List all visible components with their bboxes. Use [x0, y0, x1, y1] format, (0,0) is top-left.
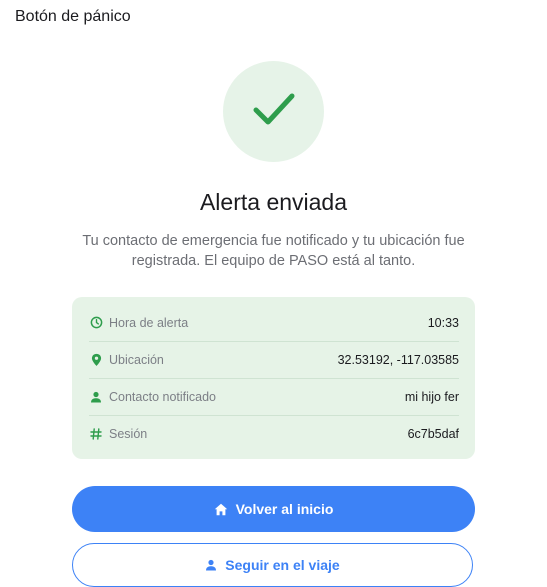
clock-icon — [89, 316, 103, 330]
detail-value: 32.53192, -117.03585 — [337, 352, 459, 367]
detail-label: Ubicación — [109, 352, 164, 367]
detail-label: Hora de alerta — [109, 315, 189, 330]
continue-trip-button[interactable]: Seguir en el viaje — [72, 543, 473, 587]
detail-value: mi hijo fer — [404, 389, 459, 404]
alert-details-card: Hora de alerta 10:33 Ubicación 32.53192,… — [72, 297, 475, 459]
detail-label: Contacto notificado — [109, 389, 217, 404]
success-badge — [223, 61, 324, 162]
detail-label: Sesión — [109, 426, 148, 441]
detail-value: 10:33 — [427, 315, 459, 330]
detail-row-session: Sesión 6c7b5daf — [89, 415, 459, 452]
person-icon — [205, 559, 217, 571]
status-message: Tu contacto de emergencia fue notificado… — [82, 233, 465, 269]
hash-icon — [89, 427, 103, 441]
detail-value: 6c7b5daf — [407, 426, 459, 441]
continue-trip-label: Seguir en el viaje — [225, 557, 340, 573]
detail-row-time: Hora de alerta 10:33 — [89, 304, 459, 341]
location-pin-icon — [89, 353, 103, 367]
detail-row-contact: Contacto notificado mi hijo fer — [89, 378, 459, 415]
check-icon — [252, 91, 296, 132]
back-home-button[interactable]: Volver al inicio — [72, 486, 475, 532]
home-icon — [214, 503, 228, 516]
person-icon — [89, 390, 103, 404]
status-title: Alerta enviada — [199, 189, 348, 215]
page-title: Botón de pánico — [15, 8, 131, 25]
detail-row-location: Ubicación 32.53192, -117.03585 — [89, 341, 459, 378]
back-home-label: Volver al inicio — [235, 501, 334, 517]
